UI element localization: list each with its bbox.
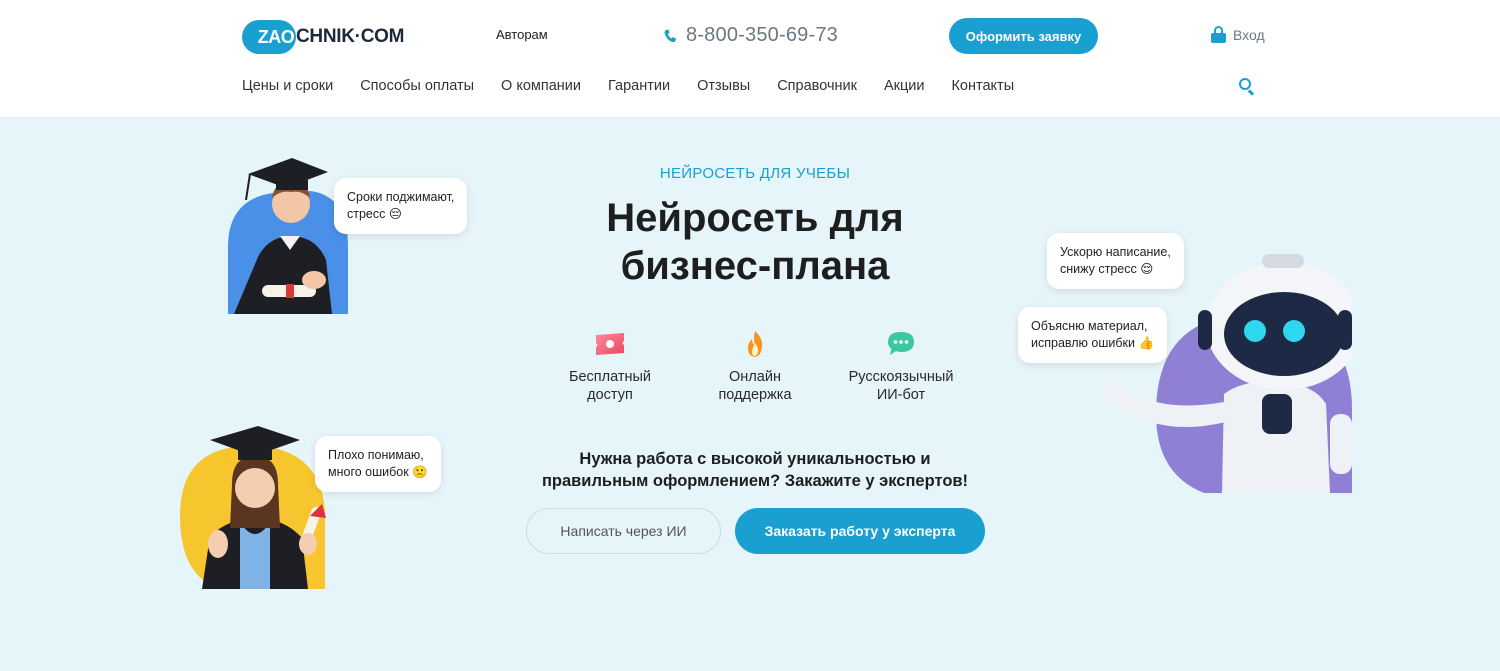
main-nav: Цены и сроки Способы оплаты О компании Г…	[242, 78, 1041, 94]
feature-label: Русскоязычный ИИ-бот	[848, 369, 954, 403]
phone-icon	[664, 29, 676, 42]
feature-online-support: Онлайн поддержка	[695, 330, 815, 404]
login-label: Вход	[1233, 26, 1265, 43]
ticket-icon	[596, 333, 624, 355]
nav-item-guarantees[interactable]: Гарантии	[608, 78, 670, 94]
nav-item-contacts[interactable]: Контакты	[951, 78, 1014, 94]
nav-item-about[interactable]: О компании	[501, 78, 581, 94]
nav-item-reference[interactable]: Справочник	[777, 78, 857, 94]
chat-icon	[888, 332, 914, 355]
write-with-ai-button[interactable]: Написать через ИИ	[526, 508, 721, 554]
student-boy-illustration	[228, 158, 348, 314]
phone-contact[interactable]: 8-800-350-69-73	[664, 24, 838, 47]
speech-bubble-robot-bottom: Объясню материал, исправлю ошибки 👍	[1018, 307, 1168, 363]
feature-label: Онлайн поддержка	[718, 369, 792, 403]
feature-label: Бесплатный доступ	[568, 369, 652, 403]
logo-badge: ZAO	[242, 20, 296, 54]
feature-russian-ai-bot: Русскоязычный ИИ-бот	[841, 330, 961, 404]
phone-number: 8-800-350-69-73	[686, 24, 838, 46]
login-link[interactable]: Вход	[1211, 26, 1265, 43]
lock-icon	[1211, 26, 1226, 43]
nav-item-payment[interactable]: Способы оплаты	[360, 78, 474, 94]
speech-bubble-robot-top: Ускорю написание, снижу стресс 😌	[1047, 233, 1184, 289]
student-girl-illustration	[180, 426, 326, 589]
title-line-2: бизнес-плана	[620, 244, 890, 288]
nav-item-promotions[interactable]: Акции	[884, 78, 925, 94]
title-line-1: Нейросеть для	[606, 196, 904, 240]
logo-text: CHNIK·COM	[296, 26, 405, 47]
feature-free-access: Бесплатный доступ	[550, 330, 670, 404]
nav-item-prices[interactable]: Цены и сроки	[242, 78, 333, 94]
speech-bubble-student-top: Сроки поджимают, стресс 😔	[334, 178, 468, 234]
search-icon[interactable]	[1239, 78, 1255, 96]
flame-icon	[748, 331, 763, 357]
apply-button[interactable]: Оформить заявку	[949, 18, 1098, 54]
speech-bubble-student-bottom: Плохо понимаю, много ошибок 🙁	[315, 436, 441, 492]
site-header: ZAO CHNIK·COM Авторам 8-800-350-69-73 Оф…	[0, 0, 1500, 118]
nav-item-reviews[interactable]: Отзывы	[697, 78, 750, 94]
feature-list: Бесплатный доступ Онлайн поддержка Русск…	[556, 330, 966, 410]
order-from-expert-button[interactable]: Заказать работу у эксперта	[735, 508, 985, 554]
hero-eyebrow: НЕЙРОСЕТЬ ДЛЯ УЧЕБЫ	[659, 165, 851, 182]
authors-link[interactable]: Авторам	[496, 27, 548, 42]
site-logo[interactable]: ZAO CHNIK·COM	[242, 19, 404, 55]
